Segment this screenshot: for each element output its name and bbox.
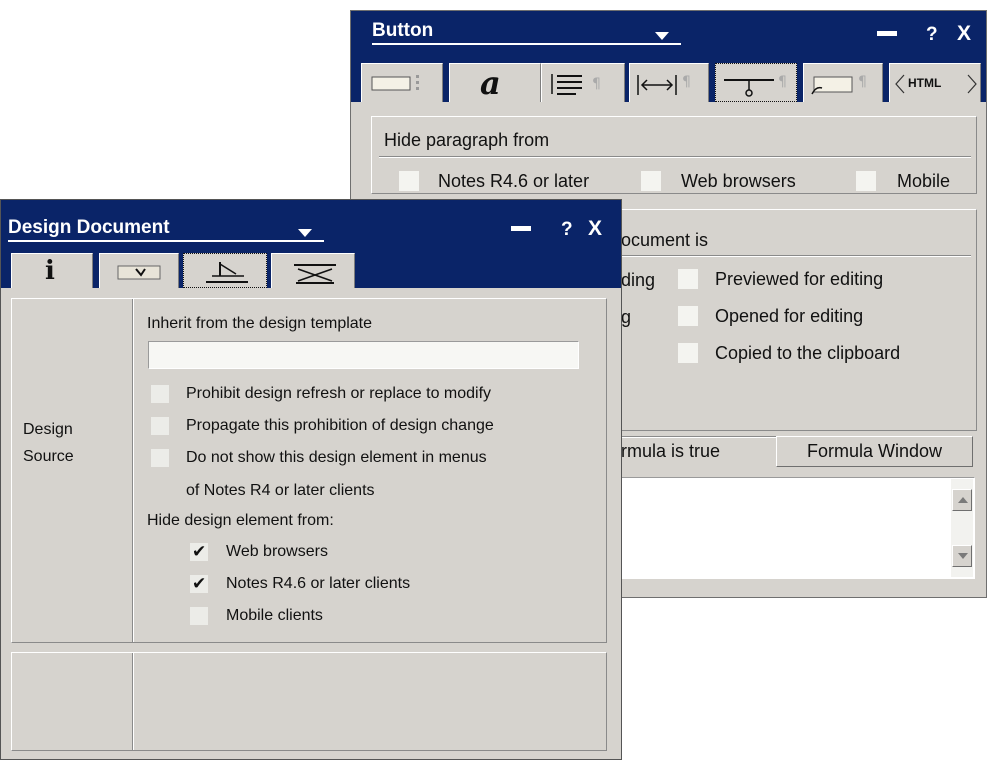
checkbox-mobile[interactable] [856, 171, 876, 191]
svg-text:¶: ¶ [778, 74, 787, 90]
hide-from-label: Hide design element from: [147, 512, 334, 529]
check-icon: ✔ [192, 542, 207, 561]
doc-option-copied: Copied to the clipboard [715, 343, 901, 363]
divider [379, 156, 971, 158]
inherit-template-field[interactable] [148, 341, 579, 369]
button-dialog-title[interactable]: Button [372, 20, 681, 45]
svg-text:¶: ¶ [682, 74, 691, 90]
prohibit-refresh-label: Prohibit design refresh or replace to mo… [186, 385, 492, 402]
chevron-down-icon[interactable] [298, 229, 312, 237]
design-icon [206, 262, 248, 283]
hide-from-web: Web browsers [226, 543, 328, 560]
formula-textarea[interactable] [617, 477, 975, 579]
check-icon: ✔ [192, 574, 207, 593]
paragraph-margins-icon: ¶ [637, 74, 691, 95]
design-dialog-titlebar[interactable]: Design Document ? X i [1, 200, 621, 288]
formula-window-button[interactable]: Formula Window [776, 436, 973, 467]
propagate-label: Propagate this prohibition of design cha… [186, 417, 494, 434]
hide-option-notes: Notes R4.6 or later [438, 171, 590, 191]
help-icon[interactable]: ? [926, 25, 938, 45]
svg-text:¶: ¶ [858, 74, 867, 90]
scroll-down-button[interactable] [952, 545, 972, 567]
design-document-dialog: Design Document ? X i Design Source Inhe… [0, 199, 622, 760]
doc-option-left-1: ding [621, 270, 656, 290]
close-icon[interactable]: X [957, 23, 971, 44]
checkbox-copied[interactable] [678, 343, 698, 363]
tab-tag[interactable] [99, 253, 179, 288]
tab-paragraph-margins[interactable]: ¶ [629, 63, 709, 102]
paragraph-alignment-icon: ¶ [551, 74, 601, 95]
divider [617, 255, 971, 257]
scroll-up-button[interactable] [952, 489, 972, 511]
font-icon: a [480, 64, 501, 102]
checkbox-notes[interactable] [399, 171, 419, 191]
formula-label: rmula is true [621, 441, 721, 461]
paragraph-styles-icon: ¶ [811, 74, 867, 95]
collapse-icon[interactable] [511, 226, 531, 231]
checkbox-previewed[interactable] [678, 269, 698, 289]
svg-text:¶: ¶ [592, 76, 601, 92]
html-tab-label: HTML [908, 76, 942, 90]
tab-html-tags[interactable]: HTML [889, 63, 981, 102]
section-label-source: Source [23, 448, 74, 465]
document-is-title: ocument is [621, 230, 709, 250]
collapse-icon[interactable] [877, 31, 897, 36]
chevron-down-icon[interactable] [655, 32, 669, 40]
checkbox-hide-web[interactable]: ✔ [190, 543, 208, 561]
hide-option-web: Web browsers [681, 171, 796, 191]
key-icon [294, 264, 336, 284]
checkbox-opened[interactable] [678, 306, 698, 326]
hide-option-mobile: Mobile [897, 171, 951, 191]
doc-option-opened: Opened for editing [715, 306, 864, 326]
hide-from-mobile: Mobile clients [226, 607, 323, 624]
checkbox-hide-menus[interactable] [151, 449, 169, 467]
tab-font[interactable]: a [449, 63, 541, 102]
hide-paragraph-title: Hide paragraph from [384, 130, 550, 150]
tab-field-info[interactable] [361, 63, 443, 102]
help-icon[interactable]: ? [561, 220, 573, 240]
hide-menus-label-1: Do not show this design element in menus [186, 449, 487, 466]
tab-paragraph-alignment[interactable]: ¶ [541, 63, 625, 102]
close-icon[interactable]: X [588, 218, 602, 239]
hide-menus-label-2: of Notes R4 or later clients [186, 482, 375, 499]
tab-paragraph-styles[interactable]: ¶ [803, 63, 883, 102]
hide-from-notes: Notes R4.6 or later clients [226, 575, 411, 592]
checkbox-propagate[interactable] [151, 417, 169, 435]
checkbox-hide-notes[interactable]: ✔ [190, 575, 208, 593]
doc-option-left-2: g [621, 307, 632, 327]
button-dialog-titlebar[interactable]: Button ? X a ¶ ¶ ¶ ¶ HTML [351, 11, 986, 102]
info-icon: i [45, 256, 55, 286]
tab-key[interactable] [271, 253, 355, 288]
field-info-icon [371, 75, 419, 91]
design-dialog-title[interactable]: Design Document [8, 217, 324, 242]
tab-design[interactable] [183, 253, 267, 288]
divider [132, 653, 134, 750]
checkbox-prohibit-refresh[interactable] [151, 385, 169, 403]
tab-info[interactable]: i [11, 253, 93, 288]
tag-icon [117, 265, 161, 280]
checkbox-hide-mobile[interactable] [190, 607, 208, 625]
paragraph-hide-icon: ¶ [724, 74, 787, 97]
empty-properties-panel [11, 652, 607, 751]
inherit-label: Inherit from the design template [147, 315, 373, 332]
tab-paragraph-hide[interactable]: ¶ [715, 63, 797, 102]
checkbox-web-browsers[interactable] [641, 171, 661, 191]
section-label-design: Design [23, 421, 73, 438]
formula-scrollbar[interactable] [951, 479, 973, 577]
doc-option-previewed: Previewed for editing [715, 269, 884, 289]
divider [132, 299, 134, 642]
